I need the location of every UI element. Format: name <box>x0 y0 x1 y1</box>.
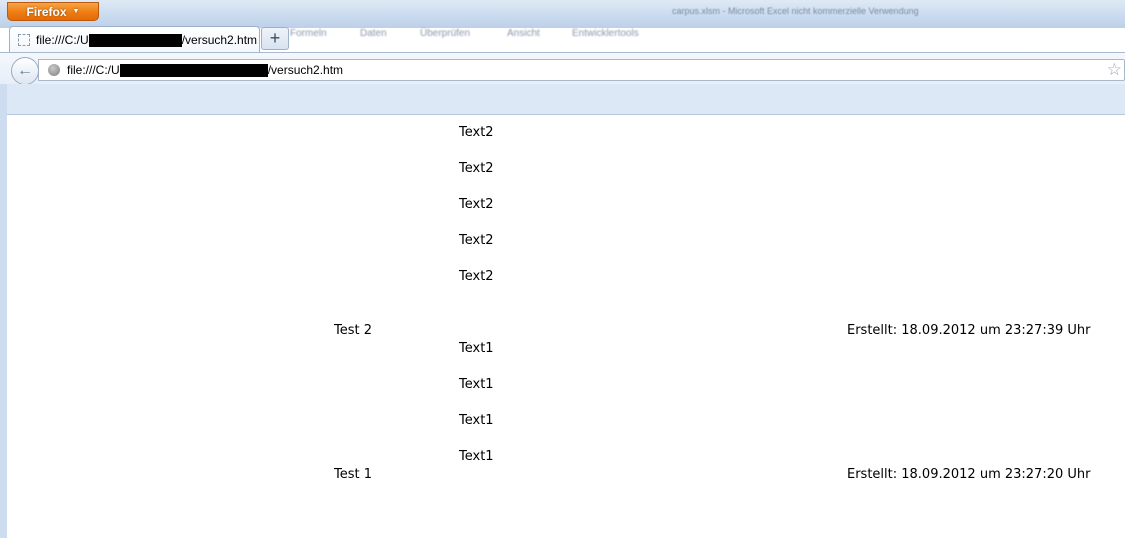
chevron-down-icon: ▼ <box>72 8 80 15</box>
new-tab-button[interactable]: + <box>261 27 289 50</box>
back-button[interactable]: ← <box>11 57 39 85</box>
tab-title-prefix: file:///C:/U <box>36 33 89 47</box>
page-content: Text2 Text2 Text2 Text2 Text2 Test 2 Ers… <box>7 115 1125 538</box>
page-icon <box>18 34 30 46</box>
firefox-menu-label: Firefox <box>26 4 67 19</box>
redaction-bar <box>88 34 182 48</box>
url-prefix: file:///C:/U <box>67 63 120 77</box>
text2-line: Text2 <box>459 197 494 212</box>
test1-created: Erstellt: 18.09.2012 um 23:27:20 Uhr <box>847 467 1091 482</box>
text2-line: Text2 <box>459 161 494 176</box>
tab-versuch2[interactable]: file:///C:/U/versuch2.htm <box>9 26 260 52</box>
text2-line: Text2 <box>459 125 494 140</box>
navigation-bar: file:///C:/U/versuch2.htm ☆ ← <box>0 52 1125 85</box>
tab-title-suffix: /versuch2.htm <box>181 33 258 47</box>
test2-name: Test 2 <box>334 323 373 338</box>
back-arrow-icon: ← <box>17 62 33 79</box>
bookmark-star-icon[interactable]: ☆ <box>1107 60 1122 80</box>
tab-title: file:///C:/U/versuch2.htm <box>36 33 258 48</box>
text1-line: Text1 <box>459 413 494 428</box>
text2-line: Text2 <box>459 233 494 248</box>
url-suffix: /versuch2.htm <box>267 63 344 77</box>
text1-line: Text1 <box>459 449 494 464</box>
url-bar[interactable]: file:///C:/U/versuch2.htm ☆ <box>38 59 1125 81</box>
url-text: file:///C:/U/versuch2.htm <box>67 63 344 78</box>
window-frame-left <box>0 84 7 538</box>
test2-created: Erstellt: 18.09.2012 um 23:27:39 Uhr <box>847 323 1091 338</box>
firefox-menu-button[interactable]: Firefox ▼ <box>7 2 99 21</box>
text1-line: Text1 <box>459 341 494 356</box>
redaction-bar <box>119 64 268 78</box>
text1-line: Text1 <box>459 377 494 392</box>
test1-name: Test 1 <box>334 467 373 482</box>
window-title: carpus.xlsm - Microsoft Excel nicht komm… <box>672 6 919 16</box>
text2-line: Text2 <box>459 269 494 284</box>
bookmarks-toolbar <box>7 84 1125 115</box>
globe-icon <box>48 64 60 76</box>
tab-strip: file:///C:/U/versuch2.htm <box>0 24 1125 52</box>
